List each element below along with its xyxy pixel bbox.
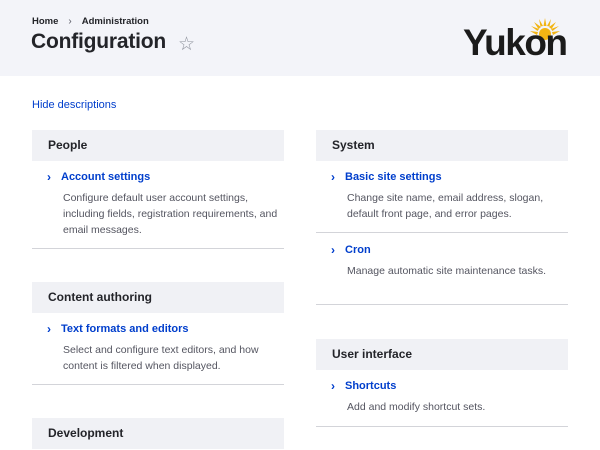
panel-system-header: System [316,130,568,161]
panel-development-header: Development [32,418,284,449]
star-icon[interactable]: ☆ [178,33,195,56]
shortcuts-label: Shortcuts [345,380,397,392]
account-settings-description: Configure default user account settings,… [63,192,278,236]
breadcrumb-home[interactable]: Home [32,16,58,27]
chevron-right-icon: › [331,170,335,184]
cron-label: Cron [345,244,371,256]
basic-site-settings-description: Change site name, email address, slogan,… [347,192,544,220]
divider [316,232,568,233]
hide-descriptions-link[interactable]: Hide descriptions [32,99,116,111]
page-title: Configuration [31,30,167,53]
chevron-right-icon: › [331,379,335,393]
divider [316,426,568,427]
shortcuts-description: Add and modify shortcut sets. [347,401,486,413]
divider [32,248,284,249]
divider [32,384,284,385]
basic-site-settings-link[interactable]: › Basic site settings [331,170,442,184]
panel-user-interface-header: User interface [316,339,568,370]
page-header: Home › Administration Configuration ☆ Yu… [0,0,600,76]
text-formats-link[interactable]: › Text formats and editors [47,322,189,336]
cron-description: Manage automatic site maintenance tasks. [347,265,547,277]
chevron-right-icon: › [47,170,51,184]
account-settings-link[interactable]: › Account settings [47,170,150,184]
panel-content-authoring-header: Content authoring [32,282,284,313]
breadcrumb-administration[interactable]: Administration [82,16,149,27]
site-logo[interactable]: Yukon [463,10,583,62]
breadcrumb-separator: › [68,16,72,27]
panel-people-header: People [32,130,284,161]
shortcuts-link[interactable]: › Shortcuts [331,379,396,393]
cron-link[interactable]: › Cron [331,243,371,257]
text-formats-label: Text formats and editors [61,323,189,335]
chevron-right-icon: › [331,243,335,257]
basic-site-settings-label: Basic site settings [345,171,442,183]
logo-text: Yukon [463,22,568,63]
account-settings-label: Account settings [61,171,151,183]
chevron-right-icon: › [47,322,51,336]
divider [316,304,568,305]
breadcrumb: Home › Administration [32,16,149,27]
text-formats-description: Select and configure text editors, and h… [63,344,259,372]
